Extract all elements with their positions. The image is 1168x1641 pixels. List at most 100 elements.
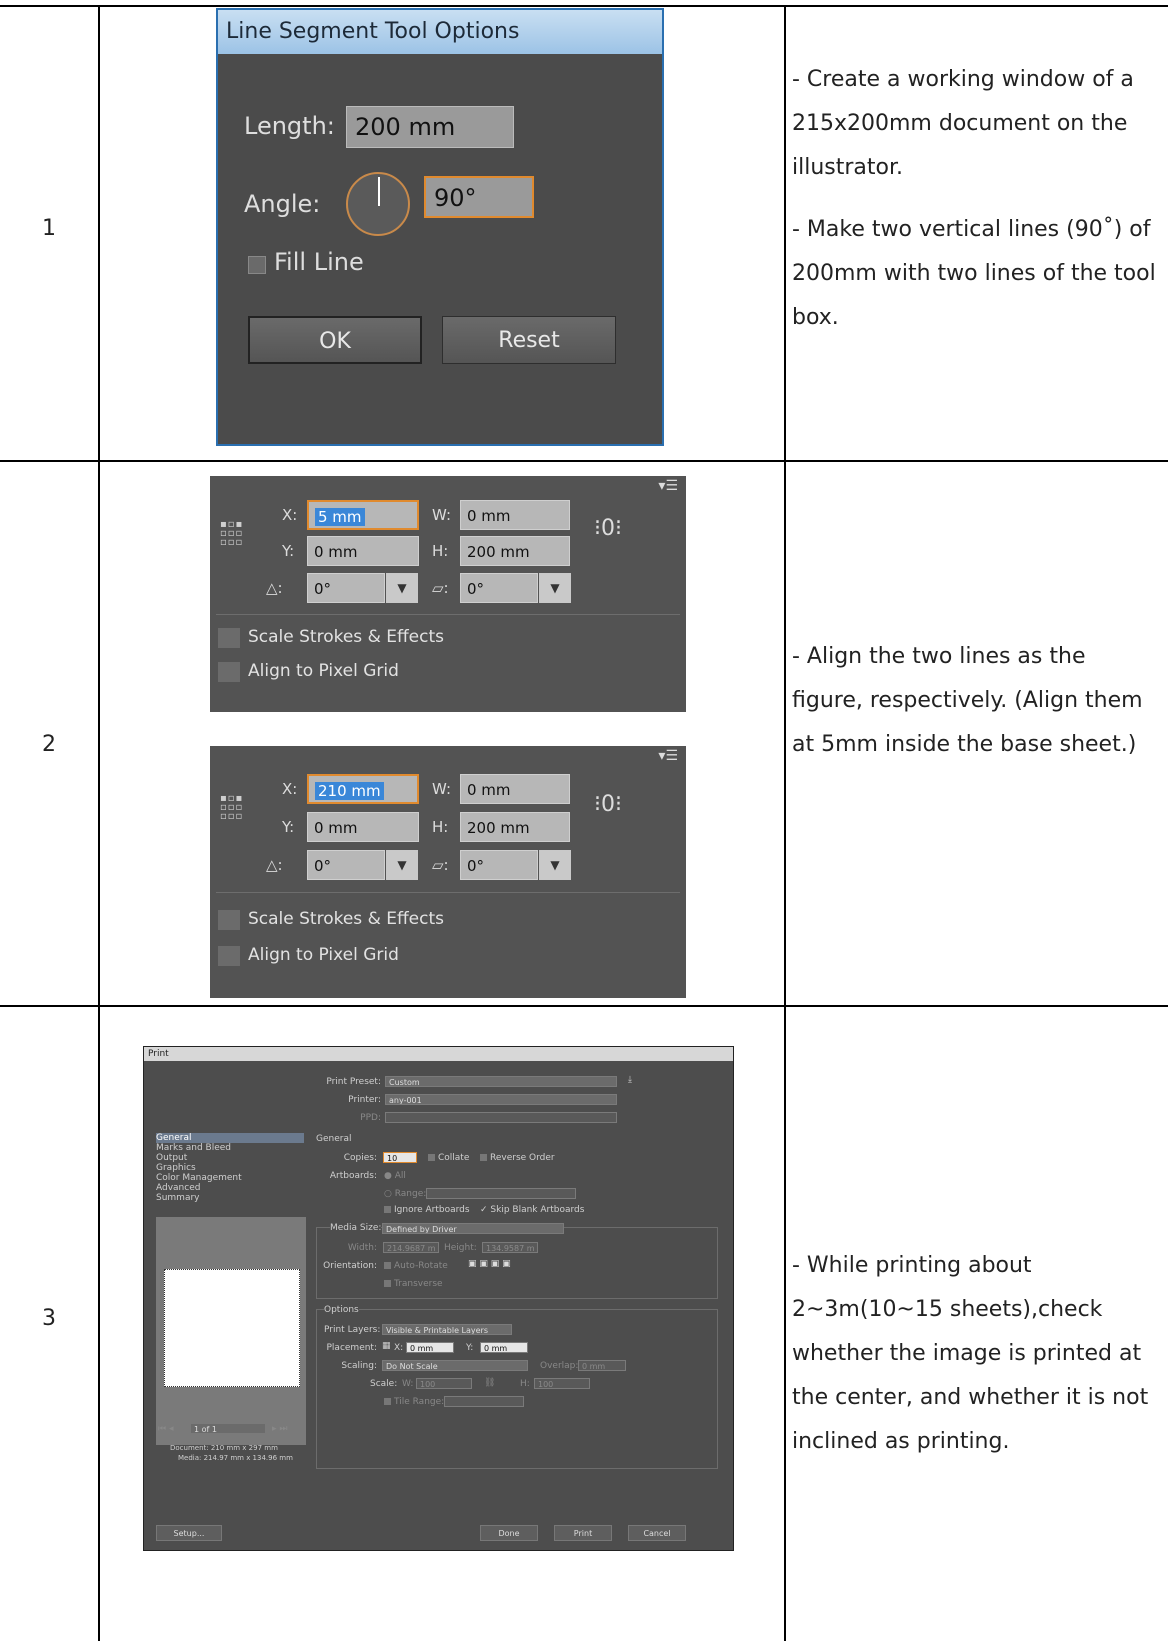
page-nav-field[interactable]: 1 of 1 — [190, 1423, 266, 1434]
transverse-option[interactable]: Transverse — [384, 1279, 443, 1289]
length-field[interactable]: 200 mm — [346, 106, 514, 148]
copies-label: Copies: — [343, 1153, 377, 1163]
align-pixel-checkbox[interactable] — [218, 946, 240, 966]
media-size-select[interactable]: Defined by Driver — [382, 1223, 564, 1234]
height-field[interactable]: 134.9587 m — [482, 1242, 538, 1253]
general-section-title: General — [316, 1134, 352, 1144]
step-1-text-b: - Make two vertical lines (90˚) of 200mm… — [792, 217, 1156, 330]
shear-angle-icon: ▱: — [432, 579, 449, 597]
print-dialog-title: Print — [144, 1047, 733, 1061]
scale-strokes-checkbox[interactable] — [218, 910, 240, 930]
transform-panel-1: ▾☰ ▪▫▪ ▫▫▫ ▫▫▫ X: 5 mm W: 0 mm Y: 0 mm H: … — [210, 476, 686, 712]
rotate-field[interactable]: 0° — [307, 850, 385, 880]
tile-range-option[interactable]: Tile Range: — [384, 1397, 444, 1407]
ok-button[interactable]: OK — [248, 316, 422, 364]
overlap-field[interactable]: 0 mm — [578, 1360, 626, 1371]
fill-line-checkbox[interactable] — [248, 256, 266, 274]
setup-button[interactable]: Setup... — [156, 1525, 222, 1541]
range-radio[interactable]: ○ Range: — [384, 1189, 426, 1199]
ppd-select[interactable] — [385, 1112, 617, 1123]
save-preset-icon[interactable]: ⤓ — [628, 1075, 632, 1085]
sidebar-item-general[interactable]: General — [156, 1133, 304, 1143]
skip-blank-option[interactable]: ✓ Skip Blank Artboards — [480, 1205, 584, 1215]
scaling-select[interactable]: Do Not Scale — [382, 1360, 528, 1371]
constrain-link-icon[interactable]: ⁝0⁝ — [594, 792, 622, 817]
step-3-text: - While printing about 2~3m(10~15 sheets… — [792, 1253, 1149, 1454]
rotate-dropdown-icon[interactable]: ▼ — [386, 573, 418, 603]
placement-x-field[interactable]: 0 mm — [406, 1342, 454, 1353]
h-field[interactable]: 200 mm — [460, 536, 570, 566]
placement-grid-icon[interactable]: ▦ — [382, 1341, 391, 1351]
table-top-border — [0, 5, 1168, 7]
collate-option[interactable]: Collate — [428, 1153, 469, 1163]
sidebar-item-marks[interactable]: Marks and Bleed — [156, 1143, 304, 1153]
auto-rotate-option[interactable]: Auto-Rotate — [384, 1261, 448, 1271]
length-label: Length: — [244, 112, 335, 140]
w-field[interactable]: 0 mm — [460, 774, 570, 804]
scale-link-icon[interactable]: ⛓ — [484, 1378, 495, 1388]
reset-button[interactable]: Reset — [442, 316, 616, 364]
shear-field[interactable]: 0° — [460, 573, 538, 603]
printer-label: Printer: — [348, 1095, 381, 1105]
range-field[interactable] — [426, 1188, 576, 1199]
reference-point-icon[interactable]: ▪▫▪ ▫▫▫ ▫▫▫ — [220, 520, 252, 548]
shear-dropdown-icon[interactable]: ▼ — [539, 573, 571, 603]
rotate-dropdown-icon[interactable]: ▼ — [386, 850, 418, 880]
x-field[interactable]: 5 mm — [307, 500, 419, 530]
width-label: Width: — [347, 1243, 377, 1253]
sidebar-item-summary[interactable]: Summary — [156, 1193, 304, 1203]
h-label: H: — [432, 818, 449, 836]
print-preset-label: Print Preset: — [326, 1077, 381, 1087]
rotate-field[interactable]: 0° — [307, 573, 385, 603]
x-field[interactable]: 210 mm — [307, 774, 419, 804]
align-pixel-label: Align to Pixel Grid — [248, 661, 399, 681]
y-field[interactable]: 0 mm — [307, 812, 419, 842]
panel-menu-icon[interactable]: ▾☰ — [658, 748, 678, 764]
constrain-link-icon[interactable]: ⁝0⁝ — [594, 516, 622, 541]
dialog-title: Line Segment Tool Options — [218, 10, 662, 54]
orientation-icons[interactable]: ▣ ▣ ▣ ▣ — [468, 1259, 511, 1269]
reverse-order-option[interactable]: Reverse Order — [480, 1153, 555, 1163]
reference-point-icon[interactable]: ▪▫▪ ▫▫▫ ▫▫▫ — [220, 794, 252, 822]
sidebar-item-output[interactable]: Output — [156, 1153, 304, 1163]
placement-y-label: Y: — [466, 1343, 474, 1353]
step-2-text: - Align the two lines as the figure, res… — [792, 644, 1143, 757]
step-number-3: 3 — [42, 1306, 56, 1331]
angle-field[interactable]: 90° — [424, 176, 534, 218]
step-number-2: 2 — [42, 732, 56, 757]
angle-dial[interactable] — [346, 172, 410, 236]
y-field[interactable]: 0 mm — [307, 536, 419, 566]
media-info: Media: 214.97 mm x 134.96 mm — [178, 1454, 293, 1462]
w-field[interactable]: 0 mm — [460, 500, 570, 530]
ignore-artboards-option[interactable]: Ignore Artboards — [384, 1205, 470, 1215]
copies-field[interactable]: 10 — [383, 1152, 417, 1163]
shear-dropdown-icon[interactable]: ▼ — [539, 850, 571, 880]
all-artboards-radio[interactable]: ● All — [384, 1171, 406, 1181]
rotate-angle-icon: △: — [266, 579, 283, 597]
print-button[interactable]: Print — [554, 1525, 612, 1541]
print-preset-select[interactable]: Custom — [385, 1076, 617, 1087]
align-pixel-checkbox[interactable] — [218, 662, 240, 682]
scale-h-field[interactable]: 100 — [534, 1378, 590, 1389]
last-page-icon[interactable]: ▸ ⏭ — [272, 1424, 287, 1434]
column-divider-left — [98, 5, 100, 1641]
first-page-icon[interactable]: ⏮ ◂ — [158, 1424, 173, 1434]
w-label: W: — [432, 780, 452, 798]
sidebar-item-color[interactable]: Color Management — [156, 1173, 304, 1183]
h-field[interactable]: 200 mm — [460, 812, 570, 842]
width-field[interactable]: 214.9687 m — [383, 1242, 439, 1253]
tile-range-field[interactable] — [444, 1396, 524, 1407]
print-layers-select[interactable]: Visible & Printable Layers — [382, 1324, 512, 1335]
cancel-button[interactable]: Cancel — [628, 1525, 686, 1541]
rotate-angle-icon: △: — [266, 856, 283, 874]
scale-w-field[interactable]: 100 — [416, 1378, 472, 1389]
scale-strokes-checkbox[interactable] — [218, 628, 240, 648]
done-button[interactable]: Done — [480, 1525, 538, 1541]
panel-menu-icon[interactable]: ▾☰ — [658, 478, 678, 494]
printer-select[interactable]: any-001 — [385, 1094, 617, 1105]
print-dialog: Print Print Preset: Custom ⤓ Printer: an… — [143, 1046, 734, 1551]
sidebar-item-advanced[interactable]: Advanced — [156, 1183, 304, 1193]
placement-y-field[interactable]: 0 mm — [480, 1342, 528, 1353]
shear-field[interactable]: 0° — [460, 850, 538, 880]
sidebar-item-graphics[interactable]: Graphics — [156, 1163, 304, 1173]
